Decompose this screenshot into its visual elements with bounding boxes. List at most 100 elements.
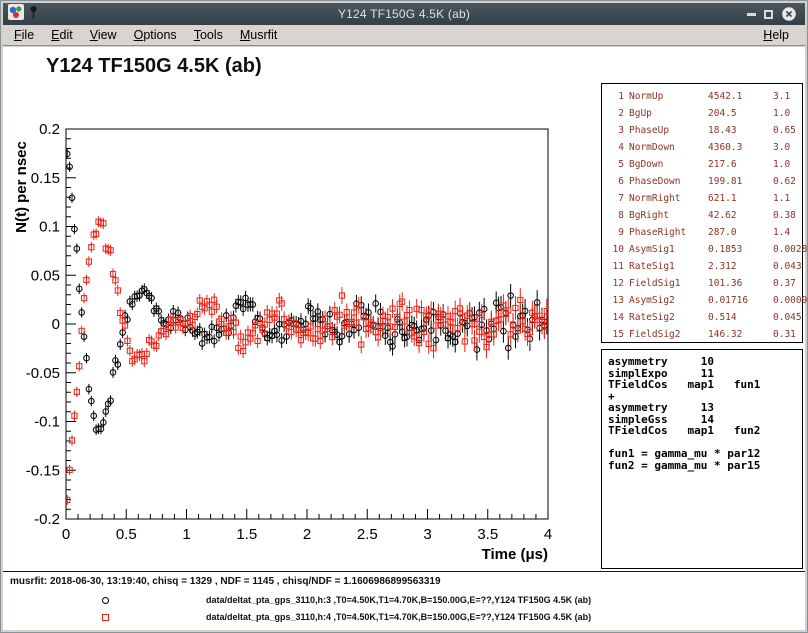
status-divider bbox=[3, 571, 805, 572]
circle-marker-icon bbox=[102, 597, 109, 604]
param-no: 6 bbox=[608, 173, 624, 190]
param-value: 2.312 bbox=[708, 258, 768, 275]
app-icon bbox=[8, 4, 24, 25]
menu-file[interactable]: File bbox=[8, 27, 40, 43]
param-value: 4360.3 bbox=[708, 139, 768, 156]
menu-edit[interactable]: Edit bbox=[45, 27, 79, 43]
param-error: 1.1 bbox=[773, 190, 802, 207]
x-tick-label: 1 bbox=[182, 526, 190, 543]
fit-status-line: musrfit: 2018-06-30, 13:19:40, chisq = 1… bbox=[10, 576, 441, 587]
param-no: 10 bbox=[608, 241, 624, 258]
parameter-row: 2BgUp204.51.0 bbox=[608, 105, 802, 122]
close-button[interactable] bbox=[781, 6, 797, 22]
legend-entry: data/deltat_pta_gps_3110,h:3 ,T0=4.50K,T… bbox=[3, 593, 805, 609]
series-square bbox=[65, 216, 550, 505]
param-no: 15 bbox=[608, 326, 624, 343]
menu-musrfit[interactable]: Musrfit bbox=[234, 27, 284, 43]
param-value: 0.514 bbox=[708, 309, 768, 326]
parameter-row: 9PhaseRight287.01.4 bbox=[608, 224, 802, 241]
theory-line: TFieldCos map1 fun2 bbox=[608, 425, 802, 437]
param-no: 14 bbox=[608, 309, 624, 326]
titlebar[interactable]: Y124 TF150G 4.5K (ab) bbox=[3, 3, 805, 25]
parameter-row: 13AsymSig20.017160.00098 bbox=[608, 292, 802, 309]
theory-line: fun2 = gamma_mu * par15 bbox=[608, 460, 802, 472]
parameter-row: 1 NormUp 4542.1 3.1 bbox=[608, 88, 802, 105]
parameter-row: 4 NormDown 4360.3 3.0 bbox=[608, 139, 802, 156]
parameter-row: 14RateSig20.5140.045 bbox=[608, 309, 802, 326]
y-tick-label: 0 bbox=[52, 316, 60, 333]
maximize-button[interactable] bbox=[764, 10, 773, 19]
fit-parameter-rows: 1NormUp4542.13.12BgUp204.51.03PhaseUp18.… bbox=[608, 88, 802, 343]
param-error: 1.0 bbox=[773, 156, 802, 173]
param-name: RateSig2 bbox=[629, 309, 703, 326]
param-value: 42.62 bbox=[708, 207, 768, 224]
param-error: 3.0 bbox=[773, 139, 802, 156]
x-tick-label: 1.5 bbox=[236, 526, 257, 543]
x-tick-label: 2 bbox=[303, 526, 311, 543]
param-no: 5 bbox=[608, 156, 624, 173]
param-no: 11 bbox=[608, 258, 624, 275]
pin-icon[interactable] bbox=[28, 5, 39, 24]
param-name: AsymSig1 bbox=[629, 241, 703, 258]
series-circle bbox=[64, 149, 549, 435]
param-no: 13 bbox=[608, 292, 624, 309]
param-value: 217.6 bbox=[708, 156, 768, 173]
param-name: RateSig1 bbox=[629, 258, 703, 275]
param-value: 18.43 bbox=[708, 122, 768, 139]
parameter-row: 8BgRight42.620.38 bbox=[608, 207, 802, 224]
x-tick-label: 2.5 bbox=[357, 526, 378, 543]
param-name: FieldSig1 bbox=[629, 275, 703, 292]
y-tick-label: -0.1 bbox=[34, 414, 60, 431]
param-error: 0.043 bbox=[773, 258, 802, 275]
menu-help[interactable]: Help bbox=[757, 27, 795, 43]
param-name: NormRight bbox=[629, 190, 703, 207]
minimize-button[interactable] bbox=[747, 13, 756, 16]
menubar: File Edit View Options Tools Musrfit Help bbox=[3, 25, 805, 46]
parameter-row: 7NormRight621.11.1 bbox=[608, 190, 802, 207]
x-axis-title: Time (μs) bbox=[482, 546, 548, 563]
param-name: PhaseDown bbox=[629, 173, 703, 190]
param-value: 0.1853 bbox=[708, 241, 768, 258]
root-canvas[interactable]: Y124 TF150G 4.5K (ab) 00.511.522.533.54T… bbox=[3, 47, 805, 630]
y-tick-label: -0.15 bbox=[26, 462, 60, 479]
x-tick-label: 0.5 bbox=[116, 526, 137, 543]
y-tick-label: -0.2 bbox=[34, 511, 60, 528]
theory-line: asymmetry 10 bbox=[608, 356, 802, 368]
param-error: 0.65 bbox=[773, 122, 802, 139]
param-no: 2 bbox=[608, 105, 624, 122]
param-name: BgRight bbox=[629, 207, 703, 224]
legend-label: data/deltat_pta_gps_3110,h:3 ,T0=4.50K,T… bbox=[206, 595, 591, 605]
menu-left-group: File Edit View Options Tools Musrfit bbox=[8, 27, 288, 43]
param-no: 3 bbox=[608, 122, 624, 139]
param-no: 12 bbox=[608, 275, 624, 292]
param-no: 4 bbox=[608, 139, 624, 156]
spectrum-chart[interactable]: 00.511.522.533.54Time (μs)-0.2-0.15-0.1-… bbox=[3, 47, 583, 572]
param-error: 3.1 bbox=[773, 88, 802, 105]
param-value: 146.32 bbox=[708, 326, 768, 343]
menu-right-group: Help bbox=[757, 27, 800, 43]
square-marker-icon bbox=[102, 614, 109, 621]
param-name: NormUp bbox=[629, 88, 703, 105]
x-tick-label: 0 bbox=[62, 526, 70, 543]
param-error: 0.0028 bbox=[773, 241, 807, 258]
theory-line: asymmetry 13 bbox=[608, 402, 802, 414]
menu-options[interactable]: Options bbox=[128, 27, 183, 43]
x-tick-label: 4 bbox=[544, 526, 552, 543]
param-error: 0.37 bbox=[773, 275, 802, 292]
app-window: Y124 TF150G 4.5K (ab) File Edit View Option… bbox=[0, 0, 808, 633]
param-error: 0.31 bbox=[773, 326, 802, 343]
plot-frame bbox=[66, 129, 548, 519]
param-no: 1 bbox=[608, 88, 624, 105]
param-name: NormDown bbox=[629, 139, 703, 156]
legend-entry: data/deltat_pta_gps_3110,h:4 ,T0=4.50K,T… bbox=[3, 610, 805, 626]
maximize-icon bbox=[764, 10, 773, 19]
param-value: 0.01716 bbox=[708, 292, 768, 309]
menu-tools[interactable]: Tools bbox=[188, 27, 229, 43]
param-value: 287.0 bbox=[708, 224, 768, 241]
menu-view[interactable]: View bbox=[84, 27, 123, 43]
param-error: 1.0 bbox=[773, 105, 802, 122]
minimize-icon bbox=[747, 13, 756, 16]
param-error: 0.38 bbox=[773, 207, 802, 224]
param-value: 4542.1 bbox=[708, 88, 768, 105]
theory-line: fun1 = gamma_mu * par12 bbox=[608, 448, 802, 460]
